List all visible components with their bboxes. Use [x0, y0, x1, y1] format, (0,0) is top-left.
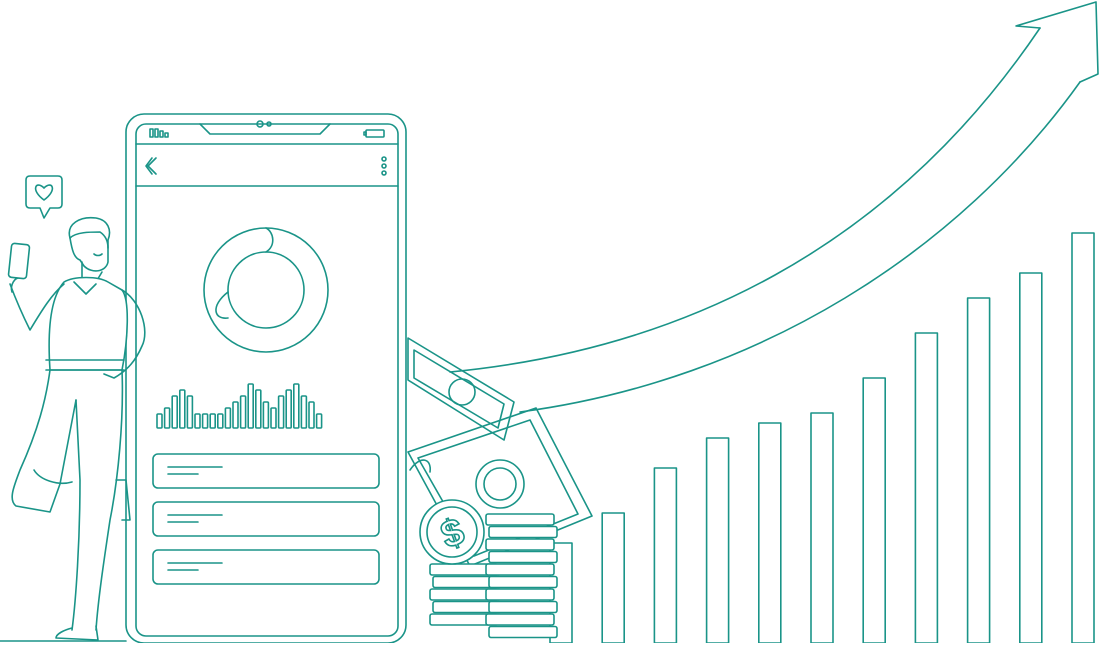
heart-icon: [25, 175, 63, 219]
finance-growth-illustration: $: [0, 0, 1099, 644]
coin: [488, 575, 558, 589]
growth-bar: [1071, 232, 1095, 644]
coin: [485, 588, 555, 601]
growth-bar: [1018, 272, 1043, 644]
coin: [485, 538, 555, 551]
coin: [488, 525, 558, 539]
coin: [485, 513, 555, 526]
coin: [488, 550, 558, 564]
coin: [485, 613, 555, 626]
person-figure: [0, 175, 146, 642]
growth-bar: [810, 412, 834, 644]
coin: [485, 563, 555, 576]
coin: [488, 600, 558, 614]
growth-arrow-icon: [449, 1, 1099, 413]
growth-bar: [653, 467, 678, 644]
growth-bar-chart: [549, 232, 1095, 644]
growth-bar: [862, 377, 887, 644]
growth-bar: [757, 422, 782, 644]
growth-bar: [914, 332, 939, 644]
growth-bar: [966, 297, 991, 644]
handheld-phone-icon: [7, 242, 31, 280]
bill-back: [407, 337, 515, 441]
illustration-canvas: $: [0, 1, 1099, 644]
dollar-coin-icon: $: [419, 499, 485, 565]
smartphone: [125, 113, 407, 644]
growth-bar: [601, 512, 626, 644]
coin: [488, 625, 558, 639]
growth-bar: [705, 437, 730, 644]
